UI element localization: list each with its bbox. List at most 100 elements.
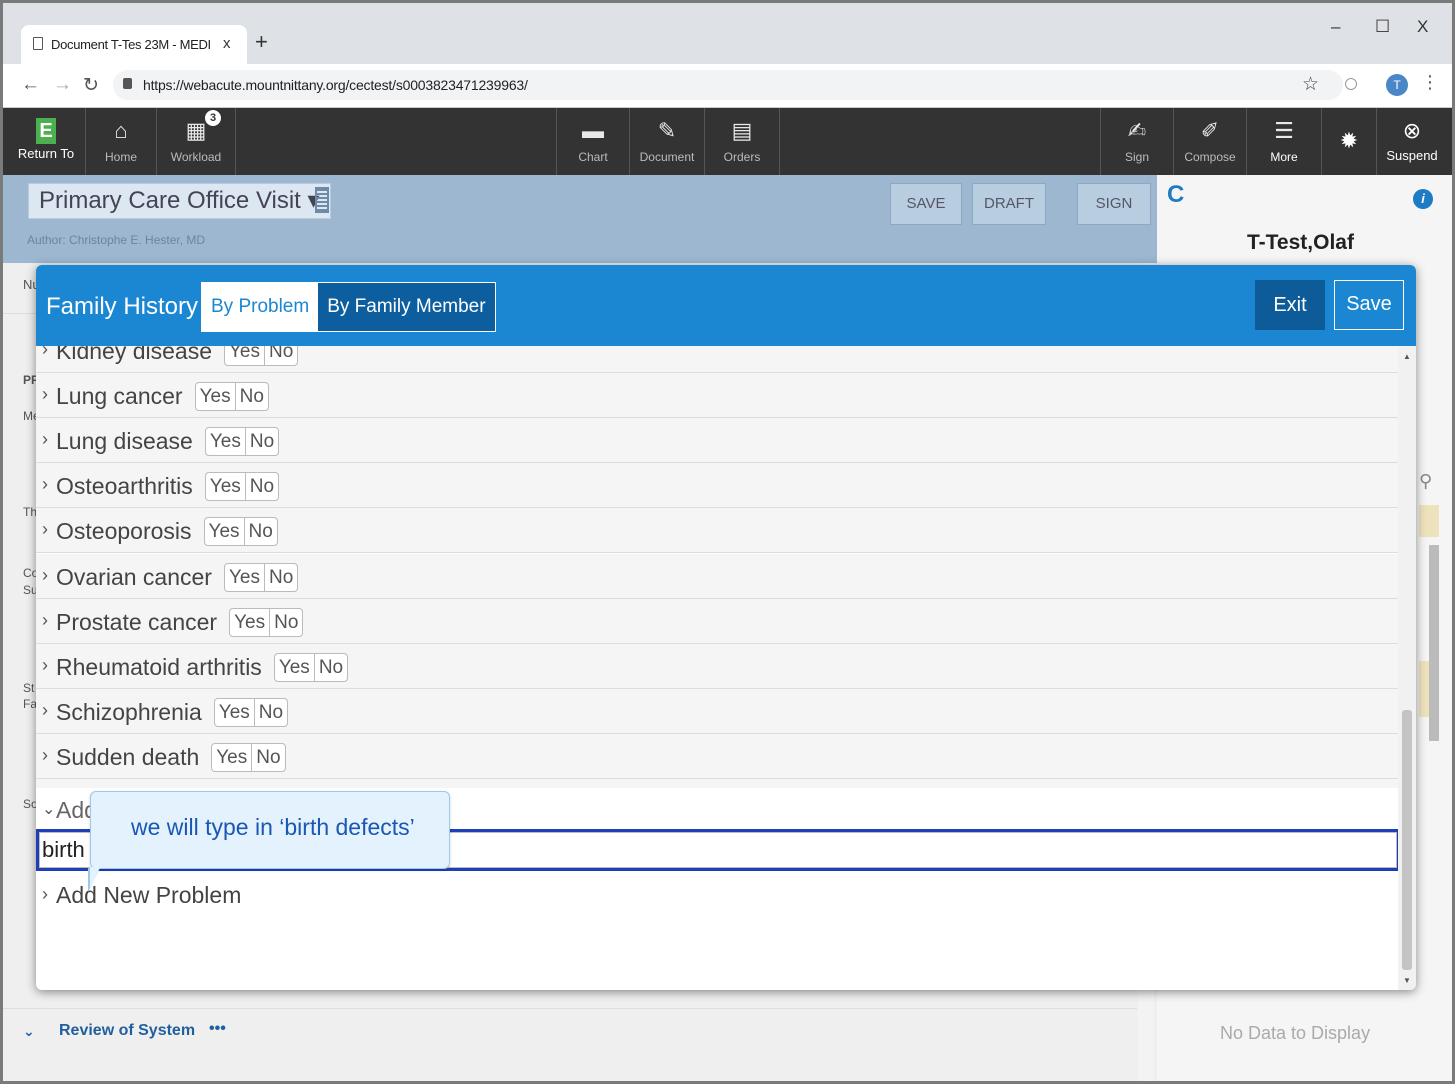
minimize-button[interactable]: – xyxy=(1331,17,1340,37)
chevron-right-icon[interactable]: › xyxy=(42,565,48,586)
more-options-icon[interactable]: ••• xyxy=(209,1020,226,1038)
new-tab-button[interactable]: + xyxy=(255,31,268,53)
no-button[interactable]: No xyxy=(244,473,278,501)
yes-button[interactable]: Yes xyxy=(212,744,251,771)
chevron-down-icon: ⌄ xyxy=(42,801,56,818)
no-button[interactable]: No xyxy=(313,653,347,681)
profile-avatar[interactable]: T xyxy=(1386,74,1408,96)
browser-menu-icon[interactable]: ⋮ xyxy=(1421,72,1439,93)
yes-button[interactable]: Yes xyxy=(225,564,264,591)
yes-button[interactable]: Yes xyxy=(275,654,314,681)
chevron-right-icon[interactable]: › xyxy=(42,519,48,540)
compose-icon: ✐ xyxy=(1200,118,1220,143)
extension-icon[interactable] xyxy=(1345,78,1357,90)
draft-button[interactable]: DRAFT xyxy=(972,183,1046,225)
no-button[interactable]: No xyxy=(251,743,284,771)
problem-row[interactable]: › Osteoporosis Yes No xyxy=(36,508,1398,554)
save-draft-area-save-button[interactable]: SAVE xyxy=(890,183,962,225)
no-button[interactable]: No xyxy=(234,383,268,411)
chevron-right-icon[interactable]: › xyxy=(42,745,48,766)
problem-row[interactable]: › Schizophrenia Yes No xyxy=(36,688,1398,734)
refresh-icon[interactable]: C xyxy=(1167,181,1184,209)
chevron-right-icon[interactable]: › xyxy=(42,346,48,360)
workload-button[interactable]: ▦ 3 Workload xyxy=(157,108,235,175)
chevron-right-icon[interactable]: › xyxy=(42,655,48,676)
chevron-right-icon[interactable]: › xyxy=(42,700,48,721)
orders-button[interactable]: ▤ Orders xyxy=(705,108,779,175)
problem-row[interactable]: › Sudden death Yes No xyxy=(36,733,1398,779)
problem-row[interactable]: › Ovarian cancer Yes No xyxy=(36,553,1398,599)
callout-text: we will type in ‘birth defects’ xyxy=(131,814,415,840)
no-button[interactable]: No xyxy=(243,518,277,546)
info-icon[interactable]: i xyxy=(1413,189,1433,209)
chevron-right-icon[interactable]: › xyxy=(42,384,48,405)
document-icon xyxy=(33,37,43,50)
settings-button[interactable]: ✹ xyxy=(1322,108,1376,175)
bookmark-star-icon[interactable]: ☆ xyxy=(1302,73,1319,96)
no-button[interactable]: No xyxy=(253,698,287,726)
chevron-down-icon[interactable]: ⌄ xyxy=(23,1023,35,1040)
url-field[interactable]: https://webacute.mountnittany.org/cectes… xyxy=(113,70,1343,100)
forward-icon[interactable]: → xyxy=(53,74,72,96)
problem-row[interactable]: › Lung disease Yes No xyxy=(36,418,1398,464)
no-button[interactable]: No xyxy=(269,608,302,636)
home-button[interactable]: ⌂ Home xyxy=(86,108,156,175)
problem-name: Rheumatoid arthritis xyxy=(56,653,262,680)
problem-row[interactable]: › Lung cancer Yes No xyxy=(36,373,1398,419)
problem-label-wrap: Lung disease Yes No xyxy=(56,427,280,457)
yes-button[interactable]: Yes xyxy=(205,518,244,545)
yes-button[interactable]: Yes xyxy=(206,428,245,455)
author-text: Author: Christophe E. Hester, MD xyxy=(27,233,206,247)
yes-button[interactable]: Yes xyxy=(206,473,245,500)
add-new-problem-collapsed[interactable]: › Add New Problem xyxy=(36,872,1398,917)
exit-button[interactable]: Exit xyxy=(1255,280,1325,330)
chevron-right-icon[interactable]: › xyxy=(42,429,48,450)
document-header: Primary Care Office Visit ▾ Author: Chri… xyxy=(3,175,1157,263)
problem-label-wrap: Kidney disease Yes No xyxy=(56,346,299,366)
search-icon[interactable]: ⚲ xyxy=(1419,471,1432,492)
tab-by-family-member[interactable]: By Family Member xyxy=(318,283,495,331)
tab-by-problem[interactable]: By Problem xyxy=(202,283,319,331)
compose-button[interactable]: ✐ Compose xyxy=(1174,108,1246,175)
chevron-right-icon[interactable]: › xyxy=(42,474,48,495)
problem-name: Ovarian cancer xyxy=(56,563,212,590)
problem-row[interactable]: › Kidney disease Yes No xyxy=(36,346,1398,373)
note-template-icon[interactable] xyxy=(315,187,329,213)
maximize-button[interactable]: ☐ xyxy=(1375,17,1390,37)
problem-row[interactable]: › Prostate cancer Yes No xyxy=(36,598,1398,644)
yes-button[interactable]: Yes xyxy=(230,609,269,636)
side-panel-scrollbar[interactable] xyxy=(1429,545,1439,741)
review-of-system-section[interactable]: ⌄ Review of System ••• xyxy=(3,1008,1137,1056)
no-button[interactable]: No xyxy=(244,428,278,456)
compose-label: Compose xyxy=(1184,150,1236,164)
yes-button[interactable]: Yes xyxy=(215,699,254,726)
return-to-button[interactable]: E Return To xyxy=(7,108,85,175)
no-button[interactable]: No xyxy=(264,346,297,365)
review-of-system-title[interactable]: Review of System xyxy=(59,1022,195,1040)
sign-button[interactable]: SIGN xyxy=(1077,183,1151,225)
sign-toolbar-button[interactable]: ✍ Sign xyxy=(1101,108,1173,175)
yes-button[interactable]: Yes xyxy=(225,346,264,365)
document-button[interactable]: ✎ Document xyxy=(630,108,704,175)
yes-no-toggle: YesNo xyxy=(194,382,269,412)
note-type-select[interactable]: Primary Care Office Visit ▾ xyxy=(28,183,331,219)
reload-icon[interactable]: ↻ xyxy=(83,74,99,97)
tab-close-button[interactable]: x xyxy=(223,35,231,52)
scroll-up-icon[interactable]: ▲ xyxy=(1403,352,1411,361)
modal-scrollbar[interactable]: ▲ ▼ xyxy=(1398,346,1416,990)
chevron-right-icon[interactable]: › xyxy=(42,610,48,631)
modal-save-button[interactable]: Save xyxy=(1334,280,1404,330)
browser-tab[interactable]: Document T-Tes 23M - MEDITEC x xyxy=(21,25,247,67)
yes-no-toggle: YesNo xyxy=(229,607,304,637)
scroll-down-icon[interactable]: ▼ xyxy=(1403,976,1411,985)
close-window-button[interactable]: X xyxy=(1417,17,1428,37)
scroll-thumb[interactable] xyxy=(1402,710,1412,970)
suspend-button[interactable]: ⊗ Suspend xyxy=(1377,108,1447,175)
back-icon[interactable]: ← xyxy=(21,74,40,96)
more-button[interactable]: ☰ More xyxy=(1247,108,1321,175)
problem-row[interactable]: › Rheumatoid arthritis Yes No xyxy=(36,643,1398,689)
no-button[interactable]: No xyxy=(263,563,297,591)
yes-button[interactable]: Yes xyxy=(196,383,235,410)
chart-button[interactable]: ▬ Chart xyxy=(557,108,629,175)
problem-row[interactable]: › Osteoarthritis Yes No xyxy=(36,463,1398,509)
